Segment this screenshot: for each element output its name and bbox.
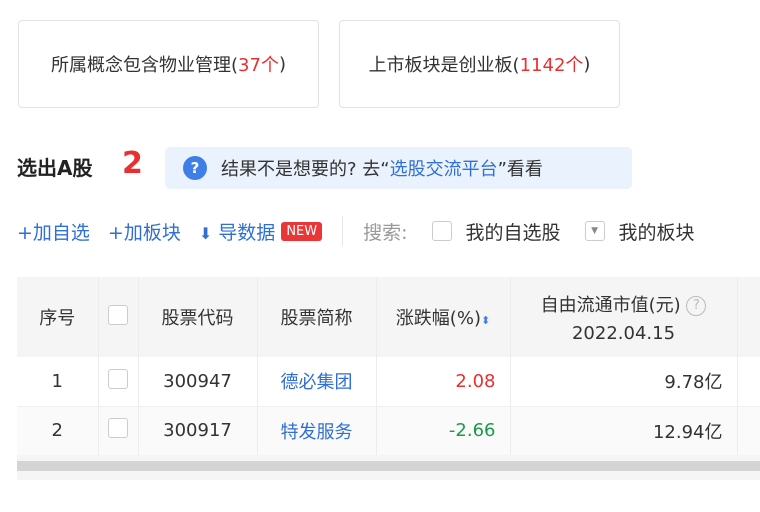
header-code: 股票代码 [138, 277, 258, 357]
header-float-cap: 自由流通市值(元) ? 2022.04.15 [510, 277, 738, 357]
toolbar: +加自选 +加板块 ⬇ 导数据 NEW 搜索: 我的自选股 ▼ 我的板块 [17, 216, 695, 246]
header-index: 序号 [17, 277, 99, 357]
table-row: 2 300917 特发服务 -2.66 12.94亿 [17, 406, 760, 456]
my-watchlist-checkbox[interactable] [431, 221, 452, 241]
card-count: 37个 [238, 55, 279, 76]
header-change-label: 涨跌幅(%) [395, 308, 481, 329]
condition-card-concept[interactable]: 所属概念包含物业管理(37个) [18, 20, 319, 108]
select-all-checkbox[interactable] [108, 304, 128, 325]
add-sector-button[interactable]: +加板块 [108, 218, 181, 245]
stock-name-link[interactable]: 特发服务 [257, 406, 377, 456]
row-checkbox[interactable] [108, 418, 128, 438]
card-text: 上市板块是创业板( [368, 55, 520, 76]
card-close-paren: ) [583, 53, 591, 75]
header-name: 股票简称 [257, 277, 377, 357]
table-header: 序号 股票代码 股票简称 涨跌幅(%)⬍ 自由流通市值(元) ? 2022.04.… [17, 277, 760, 357]
change-pct: 2.08 [376, 357, 511, 407]
export-label: 导数据 [218, 221, 276, 244]
new-badge: NEW [281, 221, 323, 241]
stock-code: 300947 [138, 357, 258, 407]
result-count: 2 [122, 146, 143, 181]
card-close-paren: ) [278, 53, 286, 75]
my-sector-dropdown-icon[interactable]: ▼ [584, 221, 605, 241]
extra-cell [737, 406, 760, 456]
row-index: 2 [17, 406, 99, 456]
row-checkbox[interactable] [108, 368, 128, 389]
my-watchlist-label: 我的自选股 [465, 221, 561, 244]
row-index: 1 [17, 357, 99, 407]
my-sector-label: 我的板块 [618, 221, 695, 244]
export-button[interactable]: ⬇ 导数据 [199, 218, 275, 245]
header-extra [737, 277, 760, 357]
condition-card-board[interactable]: 上市板块是创业板(1142个) [339, 20, 620, 108]
extra-cell [737, 357, 760, 407]
add-watchlist-button[interactable]: +加自选 [17, 218, 90, 245]
header-select-all[interactable] [98, 277, 139, 357]
horizontal-scrollbar[interactable] [17, 461, 760, 471]
header-change[interactable]: 涨跌幅(%)⬍ [376, 277, 511, 357]
float-cap: 12.94亿 [510, 406, 738, 456]
table-row: 1 300947 德必集团 2.08 9.78亿 [17, 357, 760, 407]
results-table: 序号 股票代码 股票简称 涨跌幅(%)⬍ 自由流通市值(元) ? 2022.04.… [17, 277, 760, 456]
stock-code: 300917 [138, 406, 258, 456]
divider [342, 216, 344, 246]
row-select [98, 406, 139, 456]
tip-suffix: ”看看 [497, 159, 543, 180]
row-select [98, 357, 139, 407]
sort-icon[interactable]: ⬍ [481, 314, 490, 327]
float-cap: 9.78亿 [510, 357, 738, 407]
header-date: 2022.04.15 [571, 322, 676, 344]
card-count: 1142个 [519, 55, 584, 76]
change-pct: -2.66 [376, 406, 511, 456]
header-cap-label: 自由流通市值(元) [540, 294, 681, 316]
help-icon[interactable]: ? [686, 295, 707, 316]
platform-link[interactable]: 选股交流平台 [390, 155, 498, 181]
question-icon: ? [183, 156, 207, 180]
tip-text: 结果不是想要的? 去“ [221, 159, 390, 180]
stock-name-link[interactable]: 德必集团 [257, 357, 377, 407]
search-label: 搜索: [363, 221, 408, 244]
card-text: 所属概念包含物业管理( [51, 55, 239, 76]
feedback-tip: ? 结果不是想要的? 去“ 选股交流平台 ”看看 [165, 147, 632, 189]
result-title: 选出A股 [17, 156, 93, 180]
download-icon: ⬇ [198, 223, 213, 243]
